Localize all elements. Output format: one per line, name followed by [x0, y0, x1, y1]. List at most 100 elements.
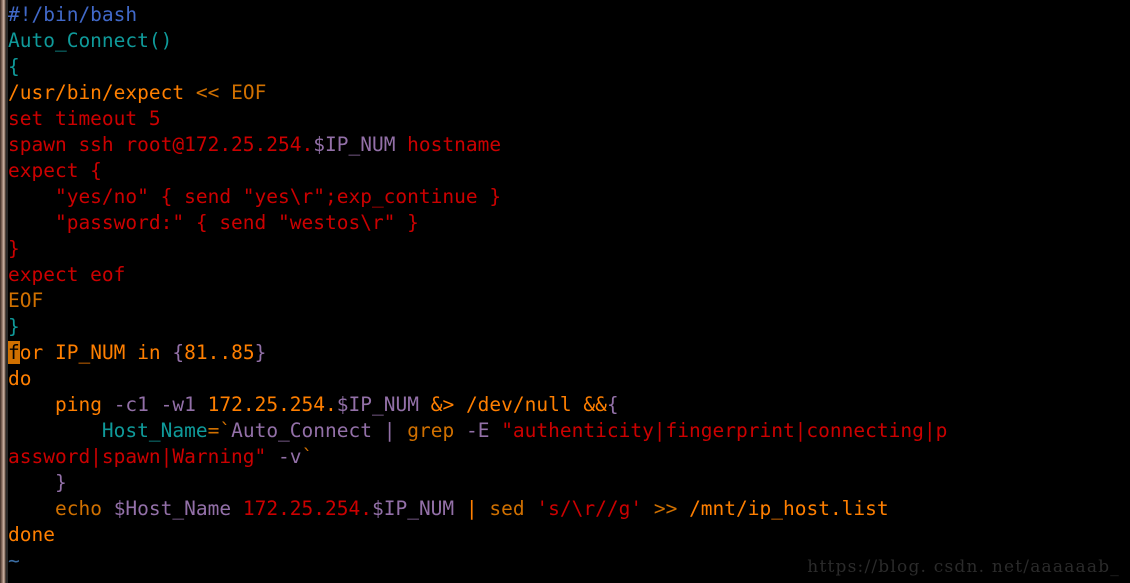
- code-token: $IP_NUM: [336, 393, 419, 416]
- code-token: $IP_NUM: [313, 133, 396, 156]
- code-token: `: [301, 445, 314, 468]
- code-token: echo: [54, 497, 102, 520]
- code-line[interactable]: #!/bin/bash: [8, 2, 137, 28]
- code-token: }: [54, 471, 67, 494]
- code-line[interactable]: do: [8, 366, 31, 392]
- code-token: expect eof: [8, 263, 126, 286]
- code-line[interactable]: Auto_Connect(): [8, 28, 172, 54]
- code-line[interactable]: {: [8, 54, 20, 80]
- code-token: {: [8, 55, 20, 78]
- code-token: "password:" { send "westos\r" }: [8, 211, 419, 234]
- code-token: "authenticity|fingerprint|connecting|p: [501, 419, 948, 442]
- code-token: 's/\r//g': [536, 497, 643, 520]
- code-token: /dev/null: [465, 393, 572, 416]
- code-line[interactable]: "password:" { send "westos\r" }: [8, 210, 419, 236]
- code-token: EOF: [231, 81, 267, 104]
- code-token: in: [137, 341, 161, 364]
- code-token: 172.25.254.: [242, 497, 372, 520]
- code-token: }: [8, 315, 20, 338]
- code-token: ping: [54, 393, 102, 416]
- code-token: Auto_Connect: [231, 419, 372, 442]
- code-token: {: [172, 341, 185, 364]
- code-token: IP_NUM: [54, 341, 126, 364]
- code-line[interactable]: done: [8, 522, 55, 548]
- terminal-screen: #!/bin/bash Auto_Connect(){/usr/bin/expec…: [0, 0, 1130, 583]
- code-token: }: [254, 341, 267, 364]
- code-token: EOF: [8, 289, 44, 312]
- code-line[interactable]: "yes/no" { send "yes\r";exp_continue }: [8, 184, 501, 210]
- code-token: expect {: [8, 159, 102, 182]
- vim-editor-buffer[interactable]: #!/bin/bash Auto_Connect(){/usr/bin/expec…: [8, 0, 1130, 583]
- code-line[interactable]: ~: [8, 548, 20, 574]
- code-line[interactable]: for IP_NUM in {81..85}: [8, 340, 266, 366]
- code-line[interactable]: expect eof: [8, 262, 125, 288]
- code-token: -v: [278, 445, 302, 468]
- text-cursor: f: [8, 341, 20, 364]
- watermark-text: https://blog. csdn. net/aaaaaab_: [807, 557, 1120, 577]
- code-token: {: [606, 393, 619, 416]
- code-line[interactable]: }: [8, 470, 67, 496]
- code-token: "yes/no" { send "yes\r";exp_continue }: [8, 185, 502, 208]
- code-token: >>: [653, 497, 678, 520]
- code-token: -E: [465, 419, 490, 442]
- code-token: assword|spawn|Warning": [8, 445, 267, 468]
- code-line[interactable]: /usr/bin/expect << EOF: [8, 80, 266, 106]
- code-line[interactable]: echo $Host_Name 172.25.254.$IP_NUM | sed…: [8, 496, 889, 522]
- code-token: `: [219, 419, 232, 442]
- code-token: sed: [489, 497, 525, 520]
- code-token: ip_host.list: [747, 497, 889, 520]
- code-token: |: [383, 419, 396, 442]
- code-token: ~: [8, 549, 20, 572]
- code-line[interactable]: }: [8, 236, 20, 262]
- code-token: }: [8, 237, 20, 260]
- code-line[interactable]: ping -c1 -w1 172.25.254.$IP_NUM &> /dev/…: [8, 392, 619, 418]
- terminal-left-border: [6, 0, 8, 583]
- code-token: $IP_NUM: [371, 497, 455, 520]
- code-line[interactable]: assword|spawn|Warning" -v`: [8, 444, 313, 470]
- code-token: grep: [407, 419, 455, 442]
- code-line[interactable]: set timeout 5: [8, 106, 161, 132]
- code-token: =: [207, 419, 220, 442]
- code-token: <<: [195, 81, 220, 104]
- code-line[interactable]: spawn ssh root@172.25.254.$IP_NUM hostna…: [8, 132, 501, 158]
- code-token: $Host_Name: [113, 497, 232, 520]
- code-token: or: [19, 341, 44, 364]
- code-line[interactable]: expect {: [8, 158, 102, 184]
- code-token: 172.25.254.: [207, 393, 337, 416]
- code-token: Host_Name: [101, 419, 208, 442]
- code-line[interactable]: }: [8, 314, 20, 340]
- code-token: spawn ssh root@172.25.254.: [8, 133, 314, 156]
- code-token: Auto_Connect(): [8, 29, 173, 52]
- code-line[interactable]: EOF: [8, 288, 43, 314]
- code-token: set timeout 5: [8, 107, 161, 130]
- code-token: hostname: [395, 133, 502, 156]
- code-token: -c1 -w1: [113, 393, 196, 416]
- code-token: |: [465, 497, 478, 520]
- code-line[interactable]: Host_Name=`Auto_Connect | grep -E "authe…: [8, 418, 947, 444]
- code-token: &>: [430, 393, 455, 416]
